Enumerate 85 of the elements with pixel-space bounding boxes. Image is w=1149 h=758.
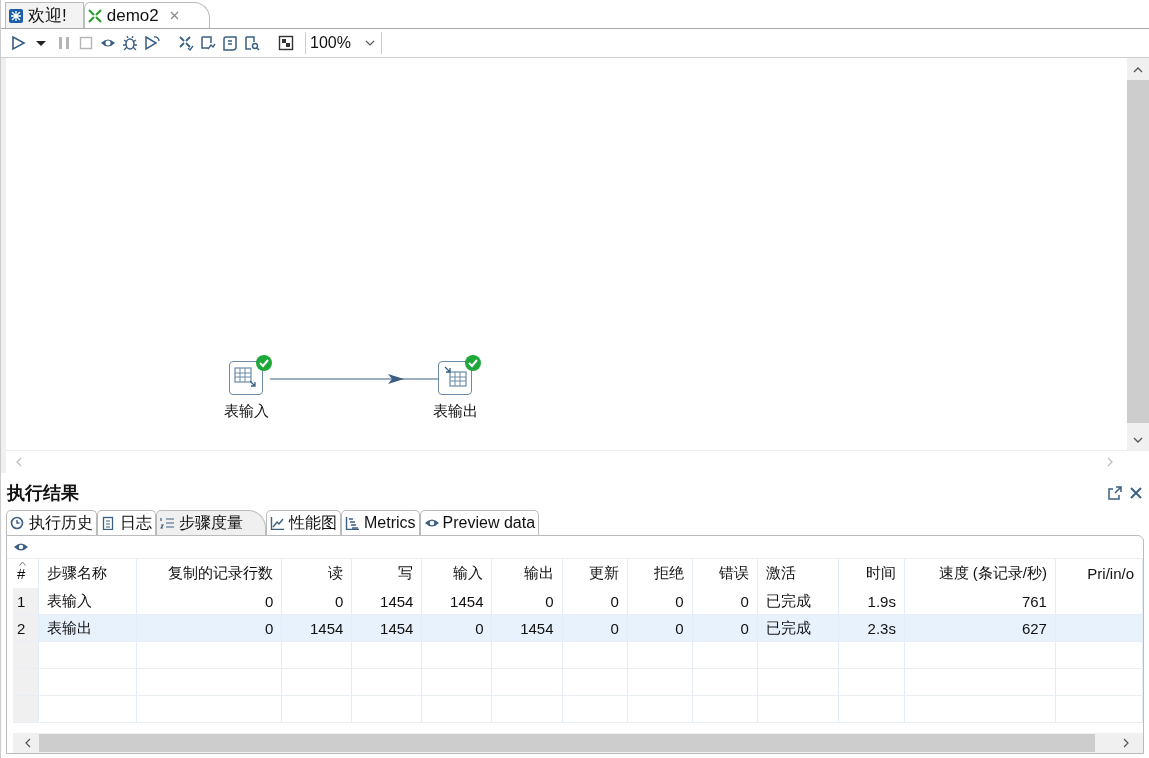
chevron-right-icon <box>1107 457 1113 467</box>
results-tab[interactable]: 日志 <box>97 510 156 535</box>
chevron-down-icon <box>364 40 375 46</box>
table-cell: 1454 <box>281 614 352 642</box>
eye-icon <box>13 541 29 553</box>
panel-title: 执行结果 <box>7 481 79 505</box>
bar-chart-icon <box>345 516 361 530</box>
table-cell: 0 <box>692 588 758 615</box>
step-label: 表输出 <box>432 402 478 421</box>
pause-icon <box>56 35 72 51</box>
column-header[interactable]: 激活 <box>757 559 839 588</box>
play-icon <box>10 35 26 51</box>
column-header[interactable]: 速度 (条记录/秒) <box>904 559 1056 588</box>
results-tab[interactable]: 执行历史 <box>6 510 97 535</box>
close-icon <box>1129 485 1143 500</box>
column-header[interactable]: 拒绝 <box>627 559 693 588</box>
table-output-step[interactable] <box>438 361 472 395</box>
table-cell: 0 <box>281 588 352 615</box>
column-header[interactable]: 写 <box>351 559 422 588</box>
table-cell: 761 <box>904 588 1056 615</box>
bug-icon <box>122 35 138 51</box>
table-input-step[interactable] <box>229 361 263 395</box>
results-tab[interactable]: 性能图 <box>266 510 341 535</box>
table-cell: 1 <box>13 588 39 615</box>
table-cell: 0 <box>562 588 628 615</box>
network-icon <box>9 8 23 23</box>
table-cell: 627 <box>904 614 1056 642</box>
table-cell: 表输入 <box>38 588 137 615</box>
results-tab[interactable]: 步骤度量 <box>156 510 266 535</box>
table-cell: 0 <box>136 614 282 642</box>
column-header[interactable]: # <box>13 559 39 588</box>
table-cell: 表输出 <box>38 614 137 642</box>
table-cell: 0 <box>136 588 282 615</box>
table-row[interactable]: 1 表输入 0 0 1454 1454 0 0 0 0 已完成 1.9s 761 <box>13 588 1143 615</box>
numbered-list-icon <box>160 516 176 530</box>
table-row[interactable]: 2 表输出 0 1454 1454 0 1454 0 0 0 已完成 2.3s 627 <box>13 614 1143 642</box>
table-cell: 已完成 <box>757 614 839 642</box>
doc-search-icon <box>244 35 260 51</box>
external-icon <box>1107 484 1123 501</box>
table-cell: 0 <box>562 614 628 642</box>
table-cell: 1454 <box>351 614 422 642</box>
results-tab[interactable]: Metrics <box>341 510 420 535</box>
clock-icon <box>10 516 26 530</box>
table-cell: 1454 <box>421 588 492 615</box>
chevron-up-icon <box>1133 67 1143 73</box>
chevron-left-icon <box>16 457 22 467</box>
column-header[interactable]: 读 <box>281 559 352 588</box>
column-header[interactable]: Pri/in/o <box>1055 559 1143 588</box>
stop-icon <box>78 35 94 51</box>
scroll-thumb[interactable] <box>39 734 1095 752</box>
column-header[interactable]: 更新 <box>562 559 628 588</box>
scroll-icon <box>222 35 238 51</box>
editor-tab[interactable]: 欢迎! <box>5 2 84 28</box>
column-header[interactable]: 错误 <box>692 559 758 588</box>
horizontal-scrollbar[interactable] <box>6 450 1149 473</box>
chart-doc-icon <box>200 35 216 51</box>
zoom-dropdown[interactable]: 100% <box>305 32 382 54</box>
line-chart-icon <box>270 516 286 530</box>
column-header[interactable]: 时间 <box>838 559 905 588</box>
table-cell: 0 <box>692 614 758 642</box>
table-cell: 1.9s <box>838 588 905 615</box>
table-cell: 已完成 <box>757 588 839 615</box>
horizontal-scrollbar[interactable] <box>13 733 1143 753</box>
column-header[interactable]: 输入 <box>421 559 492 588</box>
chevron-down-icon <box>1133 437 1143 443</box>
arrows-icon <box>87 8 102 23</box>
table-cell: 2.3s <box>838 614 905 642</box>
table-cell: 0 <box>421 614 492 642</box>
grid-icon <box>278 35 294 51</box>
column-header[interactable]: 步骤名称 <box>38 559 137 588</box>
replay-icon <box>144 35 160 51</box>
column-header[interactable]: 输出 <box>492 559 563 588</box>
chevron-right-icon <box>1123 738 1129 748</box>
table-cell: 0 <box>492 588 563 615</box>
results-tab[interactable]: Preview data <box>419 510 540 535</box>
table-cell: 2 <box>13 614 39 642</box>
table-cell: 1454 <box>351 588 422 615</box>
sort-icon <box>19 561 26 566</box>
table-cell: 0 <box>627 588 693 615</box>
table-cell: 1454 <box>492 614 563 642</box>
editor-tab[interactable]: demo2 <box>83 2 210 28</box>
check-arrows-icon <box>178 35 194 51</box>
chevron-left-icon <box>25 738 31 748</box>
column-header[interactable]: 复制的记录行数 <box>136 559 282 588</box>
step-label: 表输入 <box>223 402 269 421</box>
